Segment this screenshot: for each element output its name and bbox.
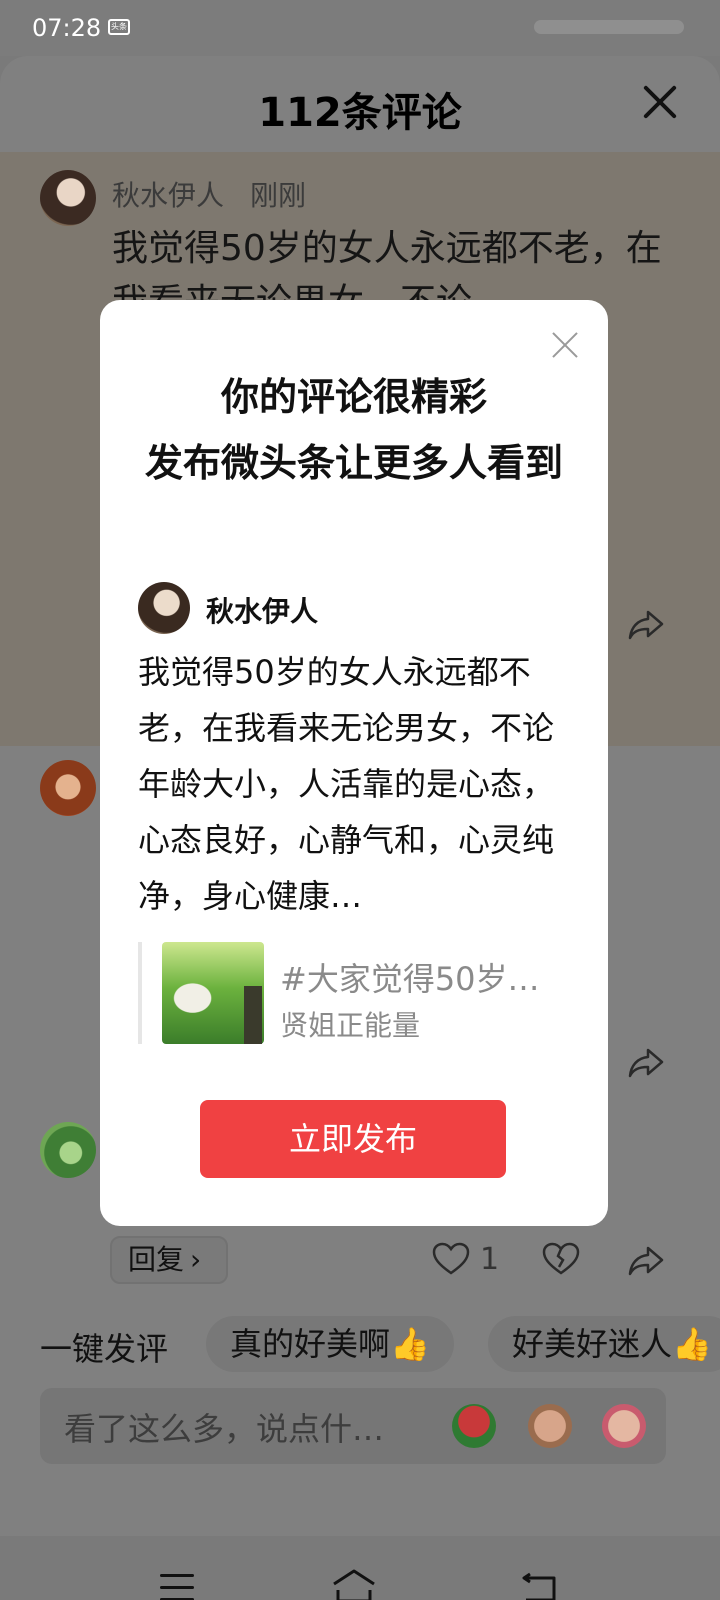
sheet-title: 112条评论 bbox=[258, 90, 462, 136]
chevron-right-icon: › bbox=[190, 1243, 202, 1276]
avatar[interactable] bbox=[40, 1122, 96, 1178]
menu-icon[interactable] bbox=[160, 1574, 196, 1600]
sheet-close-icon[interactable] bbox=[640, 82, 680, 122]
rose-emoji-icon[interactable] bbox=[452, 1404, 496, 1448]
clap-emoji-icon[interactable] bbox=[528, 1404, 572, 1448]
status-bar: 07:28 头条 bbox=[0, 0, 720, 56]
comment-input[interactable]: 看了这么多，说点什… bbox=[40, 1388, 666, 1464]
close-icon[interactable] bbox=[552, 332, 578, 358]
share-icon[interactable] bbox=[626, 1240, 666, 1280]
quick-reply-chip[interactable]: 真的好美啊👍 bbox=[206, 1316, 454, 1372]
like-count: 1 bbox=[480, 1242, 500, 1277]
broken-heart-icon[interactable] bbox=[542, 1242, 580, 1276]
heart-icon[interactable] bbox=[432, 1242, 470, 1276]
avatar bbox=[138, 582, 190, 634]
quick-reply-row: 一键发评 真的好美啊👍 好美好迷人👍 bbox=[0, 1312, 720, 1376]
avatar[interactable] bbox=[40, 760, 96, 816]
reply-button[interactable]: 回复 › bbox=[110, 1236, 228, 1284]
system-icons bbox=[534, 20, 684, 34]
article-source: 贤姐正能量 bbox=[280, 1009, 421, 1042]
home-icon[interactable] bbox=[330, 1568, 378, 1600]
publish-button[interactable]: 立即发布 bbox=[200, 1100, 506, 1178]
modal-title-line2: 发布微头条让更多人看到 bbox=[144, 441, 563, 485]
share-icon[interactable] bbox=[626, 1042, 666, 1082]
article-thumbnail bbox=[162, 942, 264, 1044]
nav-bar bbox=[0, 1536, 720, 1600]
app-badge-icon: 头条 bbox=[108, 19, 130, 35]
modal-comment-text: 我觉得50岁的女人永远都不老，在我看来无论男女，不论年龄大小，人活靠的是心态，心… bbox=[138, 653, 555, 915]
article-title: #大家觉得50岁… bbox=[280, 960, 540, 998]
comment-input-placeholder: 看了这么多，说点什… bbox=[64, 1410, 385, 1448]
quick-reply-chip[interactable]: 好美好迷人👍 bbox=[488, 1316, 720, 1372]
avatar[interactable] bbox=[40, 170, 96, 226]
modal-title-line1: 你的评论很精彩 bbox=[220, 375, 487, 419]
comment-time: 刚刚 bbox=[250, 179, 307, 212]
modal-title: 你的评论很精彩 发布微头条让更多人看到 bbox=[140, 364, 568, 496]
modal-author-name: 秋水伊人 bbox=[206, 595, 319, 628]
quoted-article[interactable]: #大家觉得50岁… 贤姐正能量 bbox=[138, 942, 570, 1044]
publish-modal: 你的评论很精彩 发布微头条让更多人看到 秋水伊人 我觉得50岁的女人永远都不老，… bbox=[100, 300, 608, 1226]
status-time: 07:28 bbox=[32, 14, 102, 42]
quick-reply-label: 一键发评 bbox=[40, 1330, 169, 1368]
heart-hand-emoji-icon[interactable] bbox=[602, 1404, 646, 1448]
back-icon[interactable] bbox=[520, 1572, 560, 1600]
comment-author[interactable]: 秋水伊人 bbox=[112, 174, 224, 214]
reply-label: 回复 bbox=[128, 1243, 185, 1276]
sheet-header: 112条评论 bbox=[0, 56, 720, 152]
share-icon[interactable] bbox=[626, 604, 666, 644]
